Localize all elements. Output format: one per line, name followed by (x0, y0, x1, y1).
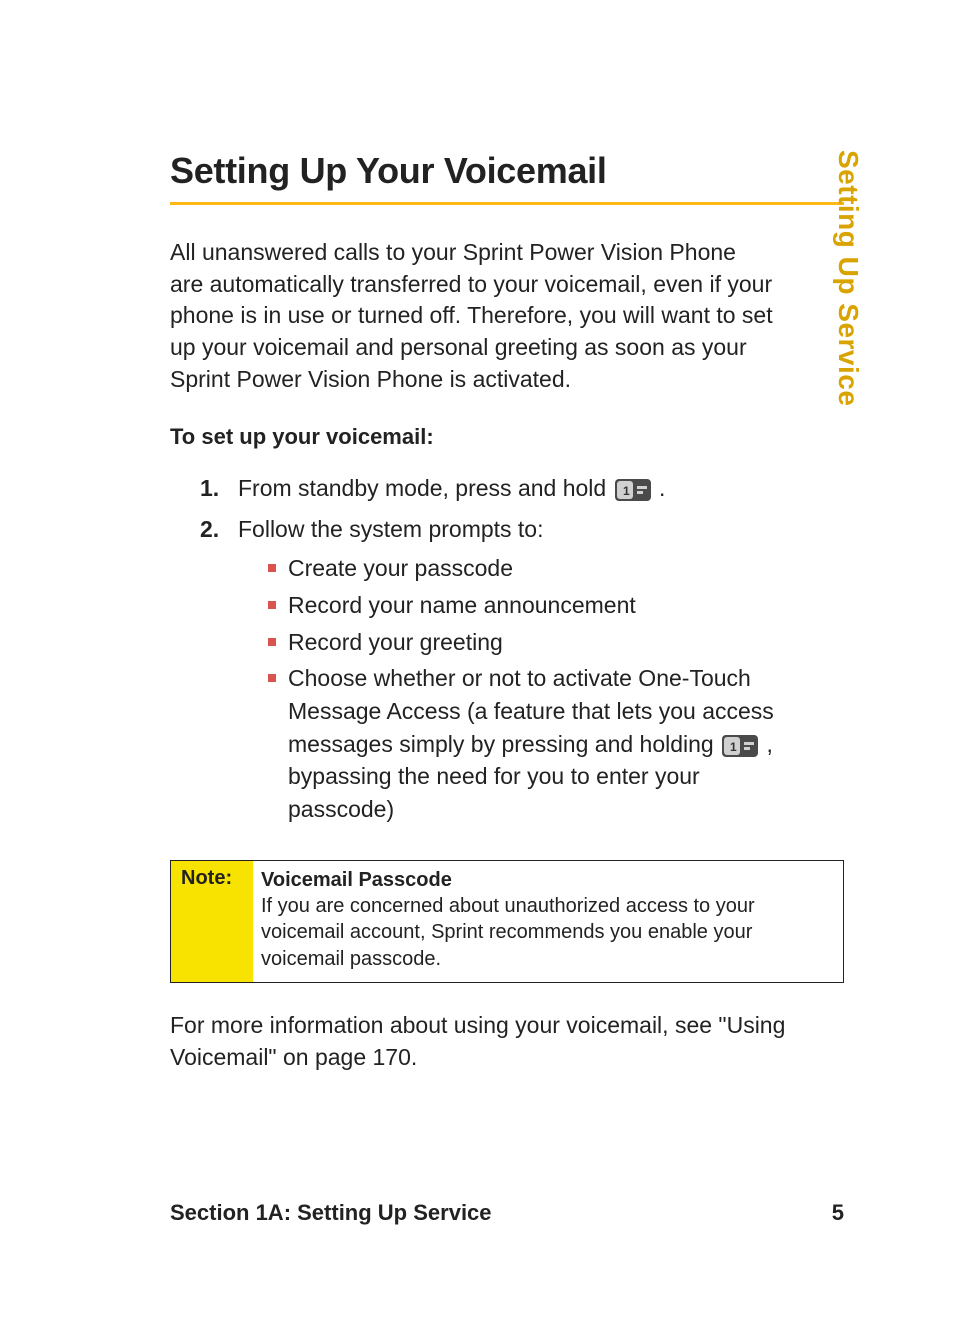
sub-item: Record your greeting (268, 626, 804, 659)
bullet-icon (268, 564, 276, 572)
step-1-text-pre: From standby mode, press and hold (238, 475, 613, 501)
sub-item: Record your name announcement (268, 589, 804, 622)
footer-section: Section 1A: Setting Up Service (170, 1200, 492, 1226)
bullet-icon (268, 638, 276, 646)
intro-paragraph: All unanswered calls to your Sprint Powe… (170, 237, 844, 396)
sub-item-text: Record your greeting (288, 626, 804, 659)
sub-item-text: Choose whether or not to activate One-To… (288, 662, 804, 825)
heading-rule (170, 202, 844, 205)
closing-paragraph: For more information about using your vo… (170, 1009, 844, 1073)
page-heading: Setting Up Your Voicemail (170, 150, 844, 192)
note-label: Note: (171, 861, 253, 983)
note-callout: Note: Voicemail Passcode If you are conc… (170, 860, 844, 984)
sub-item: Create your passcode (268, 552, 804, 585)
procedure-subhead: To set up your voicemail: (170, 424, 844, 450)
section-side-tab: Setting Up Service (832, 150, 864, 406)
note-title: Voicemail Passcode (261, 869, 452, 891)
sub-item-text: Create your passcode (288, 552, 804, 585)
note-text: If you are concerned about unauthorized … (261, 895, 755, 970)
one-key-icon: 1 (722, 735, 758, 757)
step-body: From standby mode, press and hold 1 . (238, 472, 804, 505)
step-number: 1. (200, 472, 238, 505)
sub-item-last-pre: Choose whether or not to activate One-To… (288, 665, 774, 756)
step-2: 2. Follow the system prompts to: Create … (200, 513, 804, 830)
bullet-icon (268, 674, 276, 682)
step-1-text-post: . (659, 475, 665, 501)
sub-item-text: Record your name announcement (288, 589, 804, 622)
svg-text:1: 1 (730, 740, 737, 754)
step-2-sublist: Create your passcode Record your name an… (238, 552, 804, 825)
sub-item: Choose whether or not to activate One-To… (268, 662, 804, 825)
step-1: 1. From standby mode, press and hold 1 . (200, 472, 804, 505)
svg-text:1: 1 (623, 484, 630, 498)
bullet-icon (268, 601, 276, 609)
step-2-text: Follow the system prompts to: (238, 516, 544, 542)
note-body: Voicemail Passcode If you are concerned … (253, 861, 843, 983)
page-footer: Section 1A: Setting Up Service 5 (170, 1200, 844, 1226)
step-number: 2. (200, 513, 238, 830)
step-body: Follow the system prompts to: Create you… (238, 513, 804, 830)
steps-list: 1. From standby mode, press and hold 1 .… (170, 472, 844, 830)
footer-page-number: 5 (832, 1200, 844, 1226)
one-key-icon: 1 (615, 479, 651, 501)
